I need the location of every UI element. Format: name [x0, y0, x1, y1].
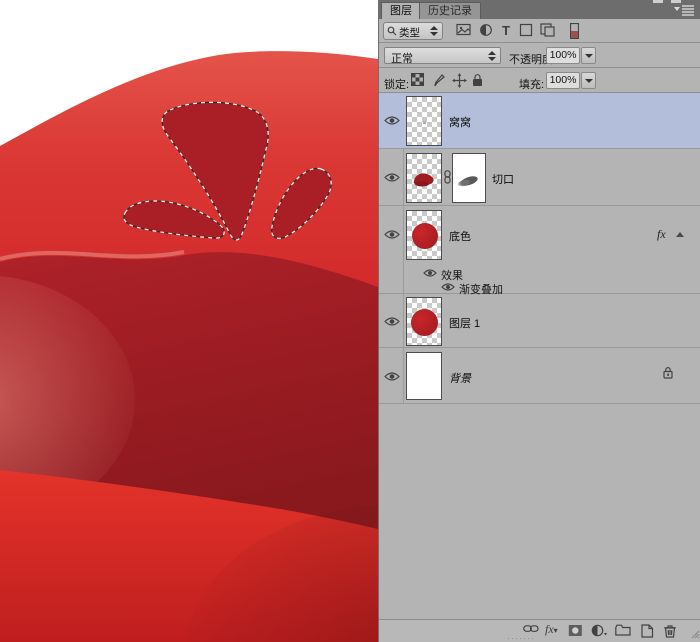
visibility-toggle[interactable] [384, 371, 400, 382]
lock-icon [662, 366, 674, 382]
layer-filter-row: 类型 T [379, 19, 700, 43]
layer-name[interactable]: 底色 [449, 228, 471, 244]
panel-tab-bar: 图层 历史记录 [379, 0, 700, 19]
visibility-toggle[interactable] [384, 229, 400, 240]
add-layer-mask-button[interactable] [568, 624, 585, 639]
panel-menu-icon[interactable] [673, 4, 695, 16]
select-spinner-icon [430, 26, 438, 36]
blend-mode-value: 正常 [391, 50, 413, 66]
layer-thumbnail[interactable] [406, 153, 442, 203]
effects-subrow[interactable]: 效果 [379, 266, 700, 280]
panel-resize-grip[interactable] [689, 628, 700, 642]
layer-mask-thumbnail[interactable] [452, 153, 486, 203]
lock-row: 锁定: 填充: 100% [379, 68, 700, 93]
new-layer-button[interactable] [640, 624, 657, 639]
layer-name[interactable]: 窝窝 [449, 114, 471, 130]
fill-label: 填充: [519, 76, 544, 92]
fx-badge[interactable]: fx [657, 227, 666, 242]
tab-layers-label: 图层 [390, 5, 412, 17]
visibility-toggle[interactable] [423, 268, 437, 278]
layer-row-dimple[interactable]: 窝窝 [379, 93, 700, 149]
layer-thumbnail[interactable] [406, 96, 442, 146]
red-circle-thumbnail [412, 223, 438, 249]
window-chrome-mark [653, 0, 663, 3]
filter-adjustment-layers-button[interactable] [479, 23, 497, 39]
layer-row-layer1[interactable]: 图层 1 [379, 295, 700, 348]
tab-history[interactable]: 历史记录 [419, 2, 481, 19]
layer-thumbnail[interactable] [406, 352, 442, 400]
opacity-dropdown-button[interactable] [581, 47, 596, 64]
visibility-toggle[interactable] [441, 282, 455, 292]
lock-all-button[interactable] [471, 73, 487, 88]
layers-panel-bottom-bar: ······· fx▾ [379, 619, 700, 642]
filter-type-label: 类型 [399, 25, 420, 40]
visibility-toggle[interactable] [384, 316, 400, 327]
lock-position-button[interactable] [452, 73, 468, 88]
lock-transparent-pixels-button[interactable] [411, 73, 427, 88]
layers-panel: 图层 历史记录 类型 [378, 0, 700, 642]
layer-name[interactable]: 切口 [492, 171, 514, 187]
visibility-toggle[interactable] [384, 115, 400, 126]
gradient-overlay-subrow[interactable]: 渐变叠加 [379, 280, 700, 294]
tomato-artwork [0, 0, 378, 642]
layer-name[interactable]: 背景 [449, 370, 471, 386]
delete-layer-button[interactable] [663, 624, 680, 639]
fill-dropdown-button[interactable] [581, 72, 596, 89]
photoshop-workspace: 图层 历史记录 类型 [0, 0, 700, 642]
collapse-effects-icon[interactable] [676, 232, 684, 237]
layer-row-background[interactable]: 背景 [379, 349, 700, 404]
link-layers-button[interactable] [523, 624, 540, 639]
add-layer-style-button[interactable]: fx▾ [545, 622, 562, 637]
lock-label: 锁定: [384, 76, 409, 92]
tab-history-label: 历史记录 [428, 5, 472, 17]
blend-mode-row: 正常 不透明度: 100% [379, 43, 700, 68]
red-circle-thumbnail [411, 309, 438, 336]
layer-thumbnail[interactable] [406, 210, 442, 260]
layer-row-base[interactable]: 底色 fx 效果 渐变叠加 [379, 207, 700, 294]
window-chrome-mark [671, 0, 681, 3]
filter-type-layers-button[interactable]: T [500, 23, 518, 39]
filter-smart-objects-button[interactable] [540, 23, 558, 39]
opacity-input[interactable]: 100% [546, 47, 580, 64]
fill-input[interactable]: 100% [546, 72, 580, 89]
search-icon [387, 26, 397, 39]
svg-text:T: T [502, 23, 510, 37]
layer-row-cut[interactable]: 切口 [379, 150, 700, 206]
layer-thumbnail[interactable] [406, 297, 442, 346]
layers-list: 窝窝 切口 [379, 93, 700, 619]
layer-filter-type-select[interactable]: 类型 [383, 22, 443, 40]
filter-pixel-layers-button[interactable] [456, 23, 474, 39]
chain-link-icon[interactable] [443, 170, 452, 187]
lock-image-pixels-button[interactable] [432, 73, 448, 88]
layer-filter-toggle[interactable] [570, 23, 580, 39]
select-spinner-icon [488, 51, 496, 61]
filter-shape-layers-button[interactable] [519, 23, 537, 39]
caret-down-icon [585, 79, 593, 83]
fx-label: fx [545, 622, 554, 636]
visibility-toggle[interactable] [384, 172, 400, 183]
layer-name[interactable]: 图层 1 [449, 315, 480, 331]
caret-down-icon [585, 54, 593, 58]
new-adjustment-layer-button[interactable] [591, 624, 608, 639]
thumbnail-mark [423, 121, 426, 124]
blend-mode-select[interactable]: 正常 [384, 47, 501, 64]
tab-layers[interactable]: 图层 [381, 2, 421, 19]
new-group-button[interactable] [615, 624, 632, 639]
document-canvas[interactable] [0, 0, 378, 642]
